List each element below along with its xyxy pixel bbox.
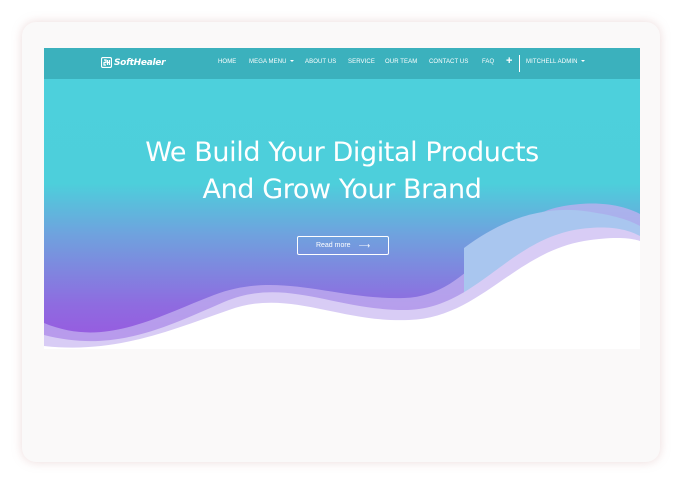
read-more-label: Read more <box>315 242 351 249</box>
arrow-right-icon: ⟶ <box>358 241 371 250</box>
top-navbar: SoftHealer HOME MEGA MENU ABOUT US SERVI… <box>44 48 640 79</box>
hero-headline-line-2: And Grow Your Brand <box>202 174 482 205</box>
brand-logo[interactable]: SoftHealer <box>101 57 166 68</box>
brand-name: SoftHealer <box>114 57 166 68</box>
nav-divider <box>519 55 520 72</box>
softhealer-logo-icon <box>101 57 112 68</box>
nav-contact-us[interactable]: CONTACT US <box>429 59 468 65</box>
nav-mega-menu[interactable]: MEGA MENU <box>249 59 294 65</box>
nav-service[interactable]: SERVICE <box>348 59 375 65</box>
plus-icon[interactable]: + <box>506 55 512 67</box>
hero-headline-line-1: We Build Your Digital Products <box>145 137 539 168</box>
user-menu-label: MITCHELL ADMIN <box>526 59 578 65</box>
user-menu[interactable]: MITCHELL ADMIN <box>526 59 585 65</box>
nav-faq[interactable]: FAQ <box>482 59 494 65</box>
nav-mega-menu-label: MEGA MENU <box>249 59 287 65</box>
nav-home[interactable]: HOME <box>218 59 236 65</box>
read-more-button[interactable]: Read more ⟶ <box>297 236 389 255</box>
nav-our-team[interactable]: OUR TEAM <box>385 59 417 65</box>
chevron-down-icon <box>580 60 585 63</box>
chevron-down-icon <box>289 60 294 63</box>
website-preview: SoftHealer HOME MEGA MENU ABOUT US SERVI… <box>44 48 640 349</box>
nav-about-us[interactable]: ABOUT US <box>305 59 336 65</box>
hero-headline: We Build Your Digital Products And Grow … <box>44 134 640 208</box>
